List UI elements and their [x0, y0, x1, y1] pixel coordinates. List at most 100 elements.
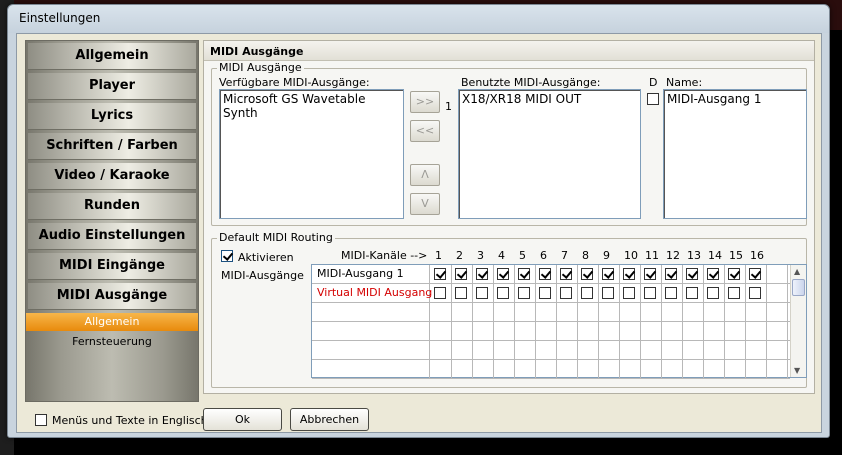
list-item[interactable]: MIDI-Ausgang 1	[667, 92, 803, 106]
routing-channel-checkbox[interactable]	[581, 287, 593, 299]
table-row[interactable]: MIDI-Ausgang 1	[312, 265, 790, 284]
routing-cell	[473, 284, 494, 303]
channel-header-13: 13	[687, 249, 701, 262]
routing-cell	[641, 360, 662, 379]
table-row[interactable]: Virtual MIDI Ausgang 1	[312, 284, 790, 303]
activate-routing-checkbox[interactable]	[221, 250, 233, 262]
routing-channel-checkbox[interactable]	[749, 268, 761, 280]
routing-channel-checkbox[interactable]	[728, 268, 740, 280]
routing-channel-checkbox[interactable]	[581, 268, 593, 280]
routing-channel-checkbox[interactable]	[434, 287, 446, 299]
nav-item-player[interactable]: Player	[28, 73, 196, 100]
routing-channel-checkbox[interactable]	[644, 287, 656, 299]
routing-cell	[662, 341, 683, 360]
used-output-index: 1	[445, 100, 452, 113]
routing-channel-checkbox[interactable]	[644, 268, 656, 280]
channel-header-10: 10	[624, 249, 638, 262]
routing-channel-checkbox[interactable]	[686, 268, 698, 280]
scroll-down-icon[interactable]: ▼	[794, 366, 800, 375]
routing-cell	[620, 303, 641, 322]
routing-channel-checkbox[interactable]	[623, 268, 635, 280]
nav-item-runden[interactable]: Runden	[28, 193, 196, 220]
routing-channel-checkbox[interactable]	[476, 268, 488, 280]
table-row	[312, 341, 790, 360]
nav-item-lyrics[interactable]: Lyrics	[28, 103, 196, 130]
routing-channel-checkbox[interactable]	[560, 287, 572, 299]
nav-item-video-karaoke[interactable]: Video / Karaoke	[28, 163, 196, 190]
cancel-button[interactable]: Abbrechen	[290, 408, 369, 431]
routing-cell	[641, 265, 662, 284]
routing-cell	[536, 322, 557, 341]
subnav-item-allgemein[interactable]: Allgemein	[26, 313, 198, 331]
routing-cell	[557, 322, 578, 341]
routing-cell	[431, 341, 452, 360]
routing-channel-checkbox[interactable]	[749, 287, 761, 299]
routing-channel-checkbox[interactable]	[497, 268, 509, 280]
routing-cell	[431, 265, 452, 284]
scroll-up-icon[interactable]: ▲	[794, 267, 800, 276]
channel-header-7: 7	[561, 249, 568, 262]
midi-outputs-legend: MIDI Ausgänge	[217, 61, 304, 74]
routing-channel-checkbox[interactable]	[476, 287, 488, 299]
english-menus-checkbox[interactable]	[35, 414, 47, 426]
routing-channel-checkbox[interactable]	[728, 287, 740, 299]
routing-channel-checkbox[interactable]	[539, 287, 551, 299]
routing-channel-checkbox[interactable]	[665, 268, 677, 280]
move-down-button[interactable]: V	[410, 193, 440, 215]
list-item[interactable]: X18/XR18 MIDI OUT	[462, 92, 637, 106]
routing-output-name: Virtual MIDI Ausgang 1	[312, 284, 443, 303]
channel-header-1: 1	[435, 249, 442, 262]
routing-cell	[515, 265, 536, 284]
title-bar[interactable]: Einstellungen	[8, 5, 829, 33]
routing-channel-checkbox[interactable]	[455, 268, 467, 280]
output-name-list[interactable]: MIDI-Ausgang 1	[663, 89, 807, 219]
subnav-item-fernsteuerung[interactable]: Fernsteuerung	[26, 333, 198, 351]
used-outputs-list[interactable]: X18/XR18 MIDI OUT	[458, 89, 641, 219]
channel-header-5: 5	[519, 249, 526, 262]
nav-item-midi-ausgaenge[interactable]: MIDI Ausgänge	[28, 283, 196, 310]
output-d-checkbox[interactable]	[647, 93, 659, 105]
routing-channel-checkbox[interactable]	[602, 268, 614, 280]
nav-item-schriften-farben[interactable]: Schriften / Farben	[28, 133, 196, 160]
routing-channel-checkbox[interactable]	[623, 287, 635, 299]
routing-cell	[473, 265, 494, 284]
add-output-button[interactable]: >>	[410, 91, 440, 113]
routing-grid[interactable]: MIDI-Ausgang 1 Virtual MIDI Ausgang 1 ▲ ▼	[311, 264, 807, 379]
routing-output-name: MIDI-Ausgang 1	[312, 265, 430, 284]
available-outputs-list[interactable]: Microsoft GS Wavetable Synth	[219, 89, 404, 219]
routing-channel-checkbox[interactable]	[560, 268, 572, 280]
nav-item-midi-eingaenge[interactable]: MIDI Eingänge	[28, 253, 196, 280]
routing-cell	[473, 341, 494, 360]
routing-cell	[746, 360, 767, 379]
remove-output-button[interactable]: <<	[410, 120, 440, 142]
routing-cell	[515, 303, 536, 322]
channel-header-6: 6	[540, 249, 547, 262]
routing-channel-checkbox[interactable]	[707, 287, 719, 299]
routing-channel-checkbox[interactable]	[707, 268, 719, 280]
table-row	[312, 303, 790, 322]
routing-channel-checkbox[interactable]	[434, 268, 446, 280]
settings-dialog: Einstellungen Allgemein Player Lyrics Sc…	[7, 4, 830, 438]
routing-channel-checkbox[interactable]	[497, 287, 509, 299]
ok-button[interactable]: Ok	[203, 408, 282, 431]
routing-channel-checkbox[interactable]	[686, 287, 698, 299]
routing-channel-checkbox[interactable]	[539, 268, 551, 280]
list-item[interactable]: Microsoft GS Wavetable Synth	[223, 92, 400, 120]
midi-channels-label: MIDI-Kanäle -->	[341, 249, 428, 262]
channel-header-11: 11	[645, 249, 659, 262]
routing-cell	[662, 360, 683, 379]
routing-channel-checkbox[interactable]	[518, 287, 530, 299]
routing-cell	[725, 265, 746, 284]
routing-channel-checkbox[interactable]	[455, 287, 467, 299]
routing-cell	[767, 303, 788, 322]
scroll-thumb[interactable]	[792, 279, 805, 296]
routing-cell	[641, 284, 662, 303]
routing-cell	[683, 284, 704, 303]
routing-channel-checkbox[interactable]	[518, 268, 530, 280]
move-up-button[interactable]: Λ	[410, 164, 440, 186]
nav-item-allgemein[interactable]: Allgemein	[28, 43, 196, 70]
nav-item-audio-einstellungen[interactable]: Audio Einstellungen	[28, 223, 196, 250]
routing-channel-checkbox[interactable]	[665, 287, 677, 299]
routing-grid-scrollbar[interactable]: ▲ ▼	[790, 265, 806, 377]
routing-channel-checkbox[interactable]	[602, 287, 614, 299]
